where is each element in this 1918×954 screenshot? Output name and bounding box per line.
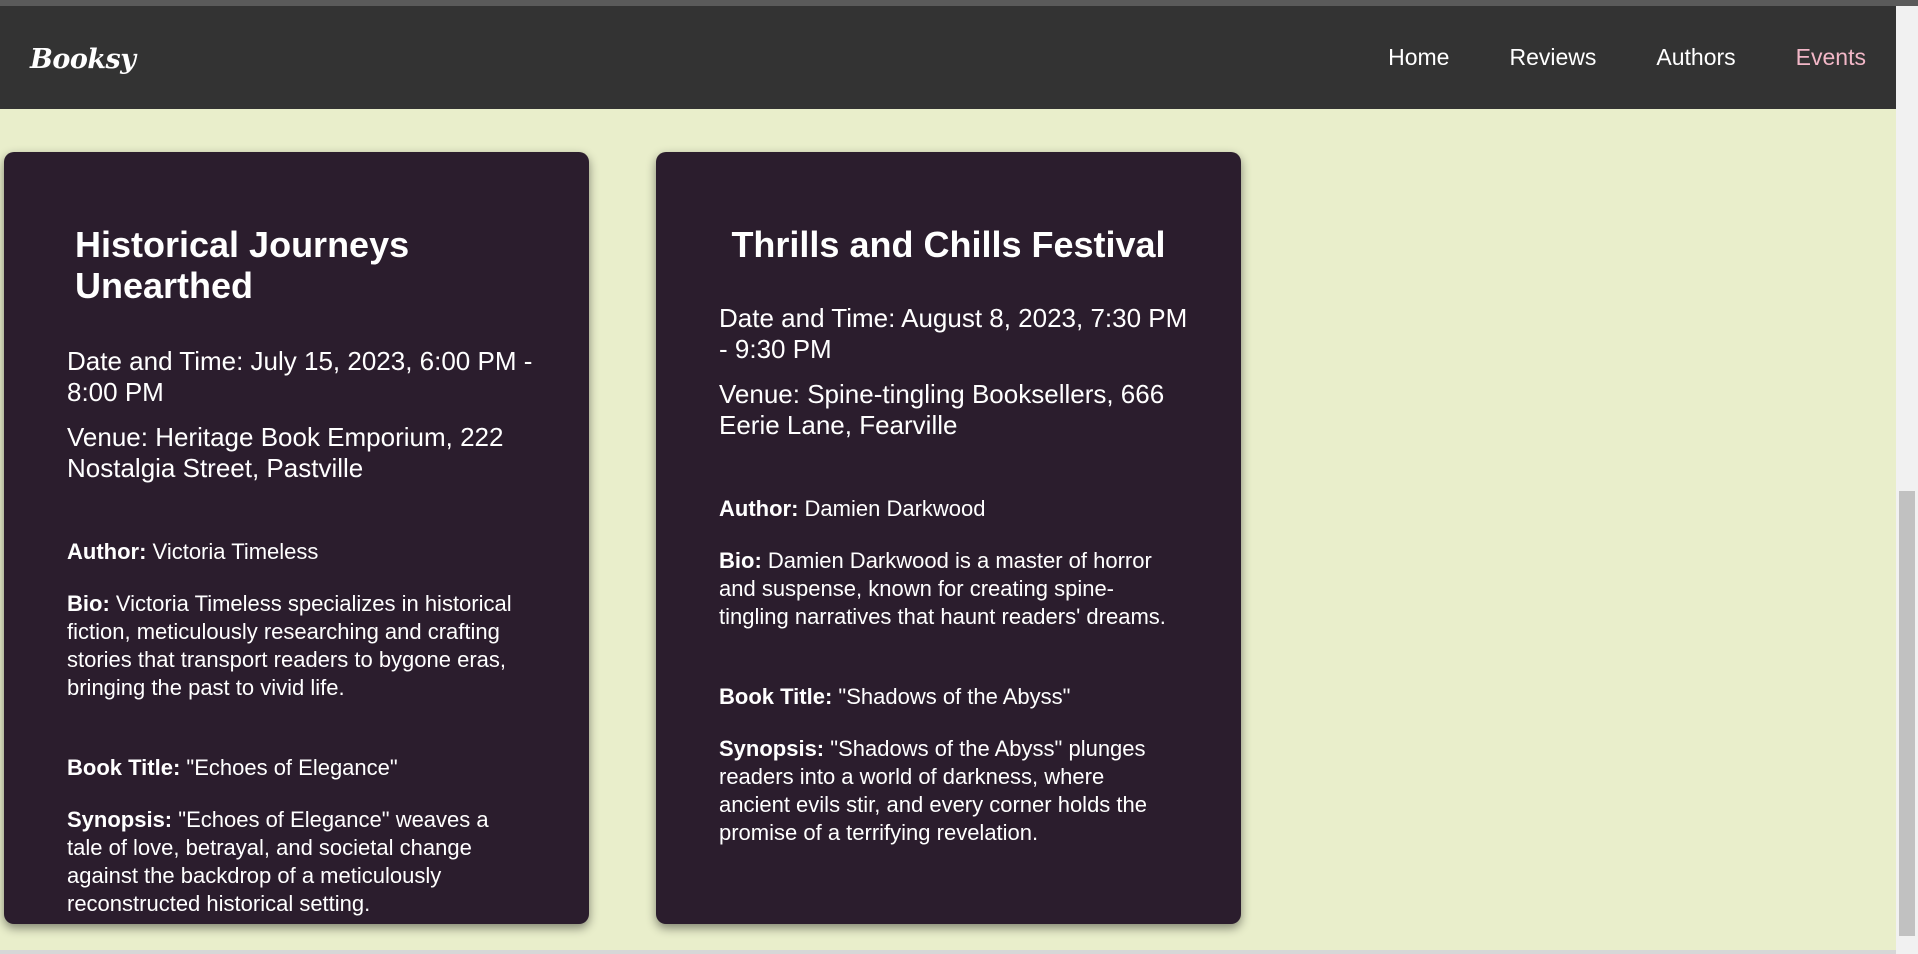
nav-link-authors[interactable]: Authors	[1656, 44, 1735, 71]
synopsis-label: Synopsis:	[67, 807, 173, 832]
author-label: Author:	[719, 496, 799, 521]
event-date-time: Date and Time: August 8, 2023, 7:30 PM -…	[719, 303, 1188, 364]
vertical-scrollbar[interactable]	[1896, 6, 1918, 954]
event-book-title: Book Title: "Echoes of Elegance"	[67, 754, 527, 782]
navbar: Booksy Home Reviews Authors Events	[0, 6, 1896, 109]
logo[interactable]: Booksy	[30, 44, 136, 75]
scrollbar-thumb[interactable]	[1899, 491, 1915, 936]
author-label: Author:	[67, 539, 147, 564]
event-author: Author: Victoria Timeless	[67, 538, 527, 566]
event-bio: Bio: Victoria Timeless specializes in hi…	[67, 590, 527, 702]
event-author: Author: Damien Darkwood	[719, 495, 1179, 523]
event-card: Thrills and Chills Festival Date and Tim…	[656, 152, 1241, 924]
event-synopsis: Synopsis: "Echoes of Elegance" weaves a …	[67, 806, 527, 918]
book-title-label: Book Title:	[719, 684, 833, 709]
book-title-text: "Shadows of the Abyss"	[838, 684, 1071, 709]
nav-link-home[interactable]: Home	[1388, 44, 1449, 71]
nav-links: Home Reviews Authors Events	[1328, 6, 1866, 109]
nav-link-reviews[interactable]: Reviews	[1509, 44, 1596, 71]
synopsis-label: Synopsis:	[719, 736, 825, 761]
event-venue: Venue: Spine-tingling Booksellers, 666 E…	[719, 379, 1165, 440]
window-bottom-border	[0, 950, 1896, 954]
event-synopsis: Synopsis: "Shadows of the Abyss" plunges…	[719, 735, 1179, 847]
nav-link-events[interactable]: Events	[1796, 44, 1866, 71]
author-name: Damien Darkwood	[804, 496, 986, 521]
book-title-text: "Echoes of Elegance"	[186, 755, 398, 780]
event-book-title: Book Title: "Shadows of the Abyss"	[719, 683, 1179, 711]
bio-text: Damien Darkwood is a master of horror an…	[719, 548, 1166, 629]
event-title: Thrills and Chills Festival	[731, 224, 1166, 265]
book-title-label: Book Title:	[67, 755, 181, 780]
bio-label: Bio:	[67, 591, 110, 616]
event-venue: Venue: Heritage Book Emporium, 222 Nosta…	[67, 422, 504, 483]
event-card: Historical Journeys Unearthed Date and T…	[4, 152, 589, 924]
author-name: Victoria Timeless	[152, 539, 319, 564]
bio-label: Bio:	[719, 548, 762, 573]
event-bio: Bio: Damien Darkwood is a master of horr…	[719, 547, 1179, 631]
event-title: Historical Journeys Unearthed	[75, 224, 410, 306]
bio-text: Victoria Timeless specializes in histori…	[67, 591, 512, 700]
event-date-time: Date and Time: July 15, 2023, 6:00 PM - …	[67, 346, 533, 407]
